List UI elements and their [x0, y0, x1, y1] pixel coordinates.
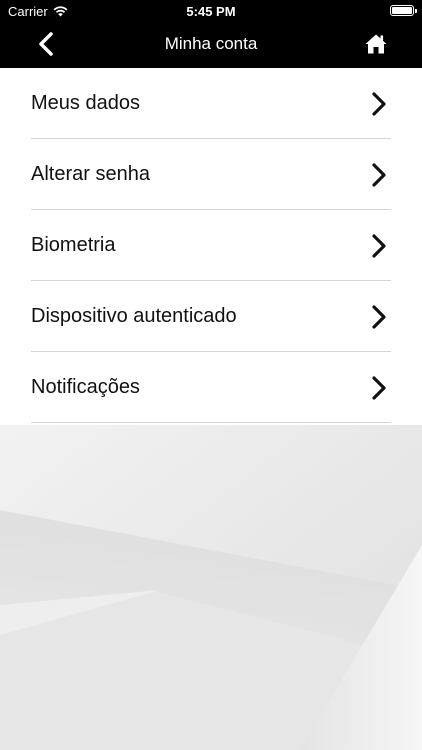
menu-item-label: Notificações	[31, 376, 140, 398]
navigation-bar: Minha conta	[0, 22, 422, 68]
menu-item-label: Dispositivo autenticado	[31, 305, 237, 327]
menu-item-alterar-senha[interactable]: Alterar senha	[31, 139, 391, 210]
menu-item-label: Alterar senha	[31, 163, 150, 185]
menu-item-biometria[interactable]: Biometria	[31, 210, 391, 281]
battery-icon	[390, 5, 417, 16]
menu-item-label: Meus dados	[31, 92, 140, 114]
chevron-right-icon	[372, 234, 386, 258]
chevron-right-icon	[372, 376, 386, 400]
home-icon[interactable]	[364, 32, 388, 56]
menu-item-meus-dados[interactable]: Meus dados	[31, 68, 391, 139]
battery-fill	[392, 7, 412, 14]
chevron-right-icon	[372, 305, 386, 329]
menu-item-notificacoes[interactable]: Notificações	[31, 352, 391, 423]
status-bar: Carrier 5:45 PM	[0, 0, 422, 22]
status-time: 5:45 PM	[186, 4, 236, 19]
menu-item-label: Biometria	[31, 234, 116, 256]
chevron-right-icon	[372, 92, 386, 116]
menu-item-dispositivo-autenticado[interactable]: Dispositivo autenticado	[31, 281, 391, 352]
page-title: Minha conta	[164, 34, 258, 53]
account-menu: Meus dados Alterar senha Biometria Dispo…	[0, 68, 422, 425]
background-texture	[0, 425, 422, 750]
chevron-right-icon	[372, 163, 386, 187]
